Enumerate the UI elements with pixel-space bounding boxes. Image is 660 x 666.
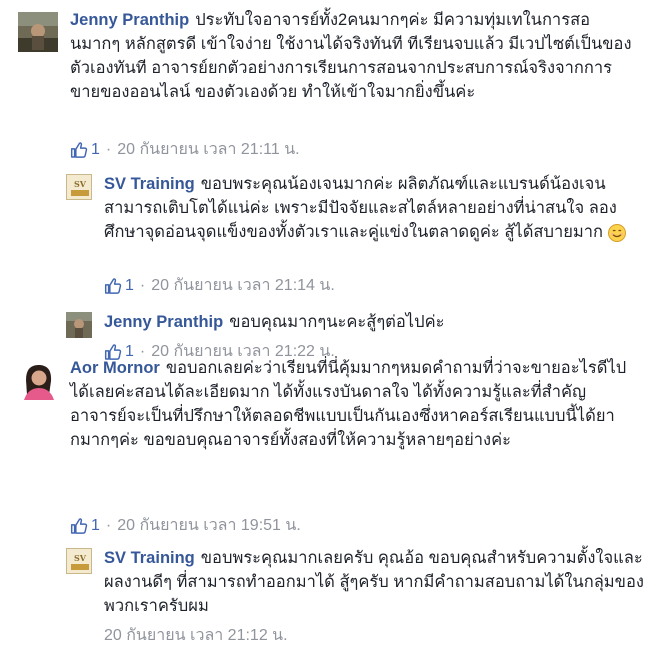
timestamp[interactable]: 20 กันยายน เวลา 21:14 น.	[151, 276, 335, 296]
avatar-sv-training[interactable]: SV	[66, 548, 92, 574]
timestamp[interactable]: 20 กันยายน เวลา 19:51 น.	[117, 516, 301, 536]
like-count[interactable]: 1	[91, 516, 100, 536]
smiling-face-icon	[607, 223, 627, 243]
avatar-jenny[interactable]	[66, 312, 92, 338]
thumbs-up-icon[interactable]	[70, 141, 88, 159]
avatar-aor[interactable]	[18, 360, 58, 400]
avatar-jenny[interactable]	[18, 12, 58, 52]
reply-text: ขอบคุณมากๆนะคะสู้ๆต่อไปค่ะ	[229, 313, 445, 331]
like-count[interactable]: 1	[125, 276, 134, 296]
author-name[interactable]: SV Training	[104, 175, 195, 193]
thumbs-up-icon[interactable]	[70, 517, 88, 535]
timestamp[interactable]: 20 กันยายน เวลา 21:12 น.	[104, 626, 288, 646]
separator: ·	[105, 141, 112, 158]
svg-text:SV: SV	[74, 179, 87, 189]
avatar-sv-training[interactable]: SV	[66, 174, 92, 200]
author-name[interactable]: Jenny Pranthip	[104, 313, 223, 331]
like-count[interactable]: 1	[91, 140, 100, 160]
timestamp[interactable]: 20 กันยายน เวลา 21:11 น.	[117, 140, 299, 160]
author-name[interactable]: SV Training	[104, 549, 195, 567]
separator: ·	[139, 277, 146, 294]
author-name[interactable]: Jenny Pranthip	[70, 11, 189, 29]
separator: ·	[105, 517, 112, 534]
thumbs-up-icon[interactable]	[104, 277, 122, 295]
svg-text:SV: SV	[74, 553, 87, 563]
author-name[interactable]: Aor Mornor	[70, 359, 160, 377]
